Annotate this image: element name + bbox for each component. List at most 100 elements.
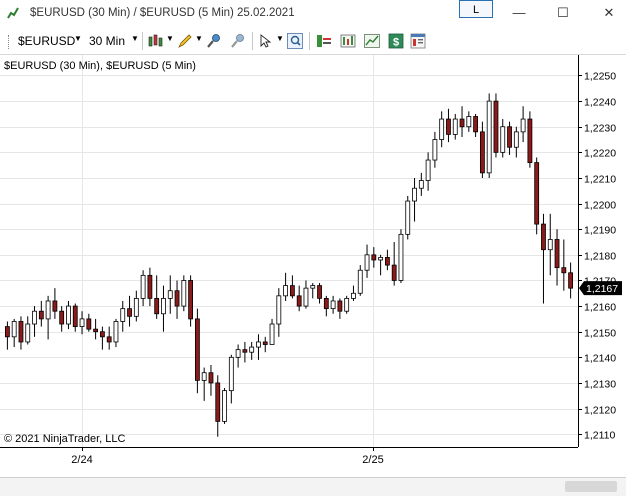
zoom-out-icon[interactable] [229, 32, 247, 50]
scrollbar-thumb[interactable] [565, 481, 617, 492]
ohlc-bar [72, 303, 78, 332]
chevron-down-icon[interactable]: ▼ [74, 34, 82, 43]
ohlc-bar [412, 177, 417, 222]
ohlc-bar [59, 306, 65, 332]
instrument-selector[interactable]: $EURUSD [18, 34, 75, 48]
cursor-icon[interactable] [257, 32, 275, 50]
ohlc-bar [256, 334, 261, 360]
ohlc-bar [167, 275, 173, 314]
y-tick-label: 1,2150 [584, 328, 616, 340]
ohlc-bar [473, 113, 479, 137]
ohlc-bar [4, 321, 10, 350]
ohlc-bar [371, 247, 377, 268]
bottom-strip [0, 477, 626, 496]
ohlc-bar [127, 295, 132, 327]
ohlc-bar [459, 106, 465, 137]
chevron-down-icon[interactable]: ▼ [166, 34, 174, 43]
ohlc-bar [378, 254, 384, 276]
price-chart[interactable]: 1,2250 1,2240 1,2230 1,2220 1,2210 1,2200 1,21… [0, 55, 626, 475]
ohlc-bar [38, 300, 44, 327]
ohlc-bar [384, 249, 390, 271]
chevron-down-icon[interactable]: ▼ [195, 34, 203, 43]
chevron-down-icon[interactable]: ▼ [276, 34, 284, 43]
maximize-icon[interactable]: ☐ [552, 4, 574, 22]
y-tick-label: 1,2120 [584, 405, 616, 417]
chevron-down-icon[interactable]: ▼ [131, 34, 139, 43]
ohlc-bar [500, 119, 506, 158]
strategies-icon[interactable] [339, 32, 357, 50]
ohlc-bar [161, 285, 166, 332]
ohlc-bar [140, 270, 146, 307]
magnifier-icon[interactable] [286, 32, 304, 50]
data-box-icon[interactable] [315, 32, 333, 50]
drawing-tools-icon[interactable] [176, 32, 194, 50]
y-tick-label: 1,2230 [584, 123, 616, 135]
link-button[interactable]: L [459, 0, 493, 18]
chart-trader-icon[interactable] [363, 32, 381, 50]
ohlc-bar [425, 152, 431, 191]
ohlc-bar [439, 111, 445, 148]
ohlc-bar [446, 108, 451, 143]
ohlc-bar [364, 244, 370, 278]
close-icon[interactable]: ✕ [598, 4, 620, 22]
ohlc-bar [398, 229, 404, 284]
interval-selector[interactable]: 30 Min [89, 34, 125, 48]
toolbar-separator [252, 32, 253, 50]
time-axis: 2/24 2/25 [0, 447, 578, 466]
ohlc-bar [317, 283, 322, 304]
ohlc-bar [181, 275, 187, 312]
toolbar-grip [8, 35, 11, 49]
minimize-icon[interactable]: — [508, 4, 530, 22]
ohlc-bar [228, 354, 234, 404]
dollar-icon[interactable]: $ [387, 32, 405, 50]
ohlc-bar [276, 288, 282, 337]
y-tick-label: 1,2220 [584, 148, 616, 160]
y-tick-label: 1,2190 [584, 225, 616, 237]
ohlc-bar [337, 298, 343, 319]
ohlc-bars [4, 93, 574, 437]
ohlc-bar [507, 121, 512, 155]
window-title: $EURUSD (30 Min) / $EURUSD (5 Min) 25.02… [30, 7, 295, 19]
ohlc-bar [174, 280, 180, 319]
copyright-label: © 2021 NinjaTrader, LLC [4, 433, 126, 445]
ohlc-bar [283, 272, 289, 301]
ohlc-bar [113, 318, 119, 348]
x-tick-label: 2/25 [362, 454, 383, 466]
ohlc-bar [154, 275, 160, 319]
ohlc-bar [208, 365, 214, 396]
ohlc-bar [418, 172, 424, 196]
ohlc-bar [534, 157, 540, 235]
ohlc-bar [296, 285, 302, 312]
properties-icon[interactable] [409, 32, 427, 50]
ohlc-bar [215, 375, 221, 437]
chart-style-icon[interactable] [147, 32, 165, 50]
ohlc-bar [520, 106, 526, 143]
ohlc-bar [147, 267, 153, 307]
ohlc-bar [351, 285, 356, 301]
last-price-marker: 1,2167 [579, 281, 622, 296]
ohlc-bar [242, 341, 248, 363]
ohlc-bar [188, 275, 194, 327]
ohlc-bar [323, 295, 329, 317]
ohlc-bar [479, 121, 485, 178]
toolbar-separator [309, 32, 310, 50]
ohlc-bar [11, 318, 17, 348]
y-tick-label: 1,2250 [584, 71, 616, 83]
y-tick-label: 1,2140 [584, 353, 616, 365]
y-tick-label: 1,2130 [584, 379, 616, 391]
ohlc-bar [106, 326, 112, 350]
ohlc-bar [554, 229, 560, 286]
ohlc-bar [201, 367, 207, 401]
zoom-in-icon[interactable] [205, 32, 223, 50]
ohlc-bar [120, 300, 126, 332]
last-price-label: 1,2167 [586, 283, 618, 295]
ohlc-bar [52, 288, 58, 319]
ohlc-bar [547, 213, 553, 276]
ohlc-bar [391, 242, 397, 286]
ohlc-bar [527, 111, 533, 168]
ohlc-bar [486, 93, 492, 178]
y-tick-label: 1,2240 [584, 97, 616, 109]
ohlc-bar [99, 326, 105, 350]
ohlc-bar [269, 318, 275, 345]
ohlc-bar [66, 300, 71, 330]
